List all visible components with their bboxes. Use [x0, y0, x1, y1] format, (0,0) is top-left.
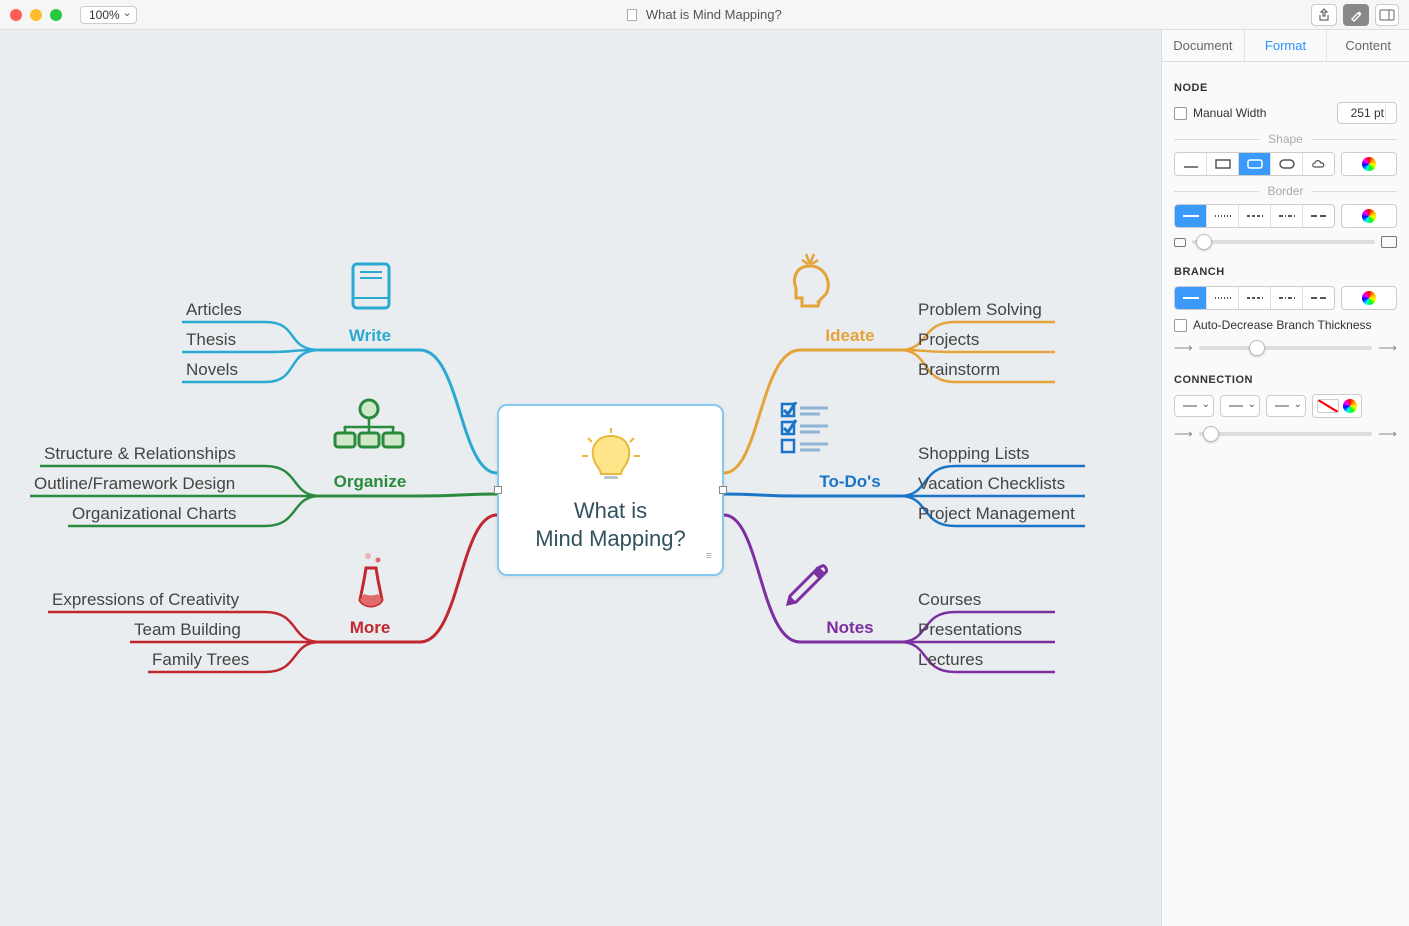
titlebar: 100% What is Mind Mapping? — [0, 0, 1409, 30]
tab-content[interactable]: Content — [1327, 30, 1409, 61]
no-color-icon — [1317, 399, 1339, 413]
section-branch: BRANCH — [1174, 266, 1397, 278]
branch-thin-icon: ⟶ — [1174, 340, 1193, 356]
branch-dash1[interactable] — [1239, 287, 1271, 309]
branch-organize[interactable]: Organize — [320, 472, 420, 492]
write-icon — [346, 258, 396, 314]
note-indicator-icon[interactable]: ≡ — [706, 550, 712, 562]
branch-thick-icon: ⟶ — [1378, 340, 1397, 356]
leaf-more-2[interactable]: Family Trees — [152, 650, 249, 670]
conn-thin-icon: ⟶ — [1174, 426, 1193, 442]
window-title: What is Mind Mapping? — [0, 7, 1409, 22]
mindmap-canvas[interactable]: Write Organize More Ideate To-Do's Notes… — [0, 30, 1161, 926]
leaf-write-0[interactable]: Articles — [186, 300, 242, 320]
leaf-ideate-0[interactable]: Problem Solving — [918, 300, 1042, 320]
thickness-min-icon — [1174, 238, 1186, 247]
border-dash2[interactable] — [1271, 205, 1303, 227]
border-dotted[interactable] — [1207, 205, 1239, 227]
leaf-todos-0[interactable]: Shopping Lists — [918, 444, 1030, 464]
conn-thickness-slider[interactable] — [1199, 432, 1373, 436]
border-divider: Border — [1174, 184, 1397, 198]
node-shape-segmented[interactable] — [1174, 152, 1335, 176]
auto-decrease-checkbox[interactable] — [1174, 319, 1187, 332]
leaf-more-0[interactable]: Expressions of Creativity — [52, 590, 239, 610]
branch-dotted[interactable] — [1207, 287, 1239, 309]
branch-write[interactable]: Write — [320, 326, 420, 346]
leaf-write-1[interactable]: Thesis — [186, 330, 236, 350]
organize-icon — [330, 397, 408, 453]
ideate-icon — [782, 250, 838, 316]
node-handle-left[interactable] — [494, 486, 502, 494]
branch-solid[interactable] — [1175, 287, 1207, 309]
branch-dash2[interactable] — [1271, 287, 1303, 309]
shape-roundrect[interactable] — [1239, 153, 1271, 175]
document-title-text: What is Mind Mapping? — [646, 7, 782, 22]
manual-width-label: Manual Width — [1193, 106, 1266, 120]
branch-ideate[interactable]: Ideate — [800, 326, 900, 346]
center-node[interactable]: What is Mind Mapping? ≡ — [497, 404, 724, 576]
shape-rect[interactable] — [1207, 153, 1239, 175]
branch-color[interactable] — [1341, 286, 1397, 310]
border-color[interactable] — [1341, 204, 1397, 228]
leaf-organize-0[interactable]: Structure & Relationships — [44, 444, 236, 464]
leaf-notes-0[interactable]: Courses — [918, 590, 981, 610]
conn-line-style[interactable] — [1220, 395, 1260, 417]
leaf-todos-2[interactable]: Project Management — [918, 504, 1075, 524]
center-title-line1: What is — [574, 498, 647, 523]
node-handle-right[interactable] — [719, 486, 727, 494]
leaf-organize-2[interactable]: Organizational Charts — [72, 504, 236, 524]
shape-none[interactable] — [1175, 153, 1207, 175]
center-title-line2: Mind Mapping? — [535, 526, 685, 551]
conn-thick-icon: ⟶ — [1378, 426, 1397, 442]
node-fill-color[interactable] — [1341, 152, 1397, 176]
leaf-organize-1[interactable]: Outline/Framework Design — [34, 474, 235, 494]
shape-cloud[interactable] — [1303, 153, 1334, 175]
branch-style-segmented[interactable] — [1174, 286, 1335, 310]
leaf-more-1[interactable]: Team Building — [134, 620, 241, 640]
section-connection: CONNECTION — [1174, 374, 1397, 386]
shape-divider: Shape — [1174, 132, 1397, 146]
section-node: NODE — [1174, 82, 1397, 94]
leaf-write-2[interactable]: Novels — [186, 360, 238, 380]
branch-thickness-slider[interactable] — [1199, 346, 1373, 350]
leaf-notes-2[interactable]: Lectures — [918, 650, 983, 670]
tab-format[interactable]: Format — [1245, 30, 1328, 61]
branch-more[interactable]: More — [320, 618, 420, 638]
leaf-ideate-1[interactable]: Projects — [918, 330, 979, 350]
thickness-max-icon — [1381, 236, 1397, 248]
center-node-title: What is Mind Mapping? — [535, 497, 685, 552]
document-icon — [627, 9, 637, 21]
tab-document[interactable]: Document — [1162, 30, 1245, 61]
todos-icon — [780, 402, 832, 456]
leaf-todos-1[interactable]: Vacation Checklists — [918, 474, 1065, 494]
conn-end-arrow[interactable] — [1266, 395, 1306, 417]
branch-dash3[interactable] — [1303, 287, 1334, 309]
border-solid[interactable] — [1175, 205, 1207, 227]
branch-notes[interactable]: Notes — [800, 618, 900, 638]
conn-color[interactable] — [1312, 394, 1362, 418]
conn-start-arrow[interactable] — [1174, 395, 1214, 417]
border-dash3[interactable] — [1303, 205, 1334, 227]
more-icon — [348, 550, 394, 610]
leaf-notes-1[interactable]: Presentations — [918, 620, 1022, 640]
leaf-ideate-2[interactable]: Brainstorm — [918, 360, 1000, 380]
border-style-segmented[interactable] — [1174, 204, 1335, 228]
border-thickness-slider[interactable] — [1192, 240, 1375, 244]
shape-capsule[interactable] — [1271, 153, 1303, 175]
inspector-tabs: Document Format Content — [1162, 30, 1409, 62]
branch-todos[interactable]: To-Do's — [800, 472, 900, 492]
auto-decrease-label: Auto-Decrease Branch Thickness — [1193, 318, 1372, 332]
manual-width-field[interactable]: 251 pt — [1337, 102, 1397, 124]
lightbulb-icon — [580, 428, 642, 479]
border-dash1[interactable] — [1239, 205, 1271, 227]
notes-icon — [780, 552, 828, 610]
inspector-sidebar: Document Format Content NODE Manual Widt… — [1161, 30, 1409, 926]
manual-width-checkbox[interactable] — [1174, 107, 1187, 120]
